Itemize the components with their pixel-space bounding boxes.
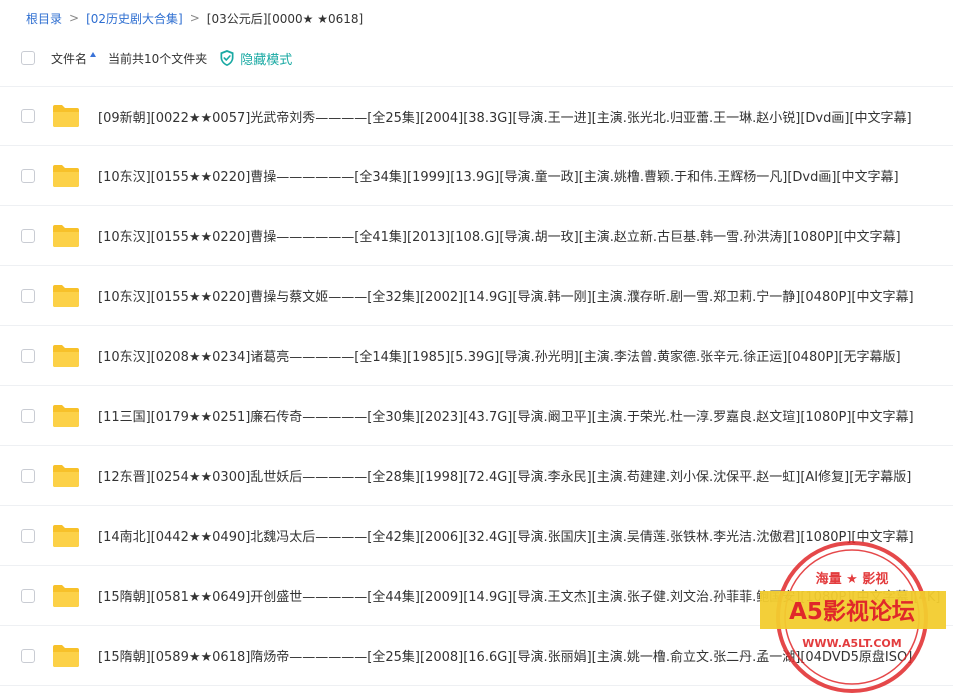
folder-name[interactable]: [10东汉][0155★★0220]曹操——————[全41集][2013][1…: [98, 226, 901, 245]
chevron-right-icon: >: [69, 11, 80, 25]
folder-name[interactable]: [10东汉][0208★★0234]诸葛亮—————[全14集][1985][5…: [98, 346, 901, 365]
folder-icon: [53, 464, 79, 487]
folder-icon: [53, 584, 79, 607]
breadcrumb: 根目录 > [02历史剧大合集] > [03公元后][0000★ ★0618]: [26, 8, 363, 28]
select-all-checkbox[interactable]: [21, 51, 35, 65]
file-row[interactable]: [10东汉][0155★★0220]曹操与蔡文姬———[全32集][2002][…: [0, 266, 953, 326]
breadcrumb-root-link[interactable]: 根目录: [26, 10, 62, 27]
file-row[interactable]: [10东汉][0155★★0220]曹操——————[全34集][1999][1…: [0, 146, 953, 206]
folder-name[interactable]: [15隋朝][0589★★0618]隋炀帝——————[全25集][2008][…: [98, 646, 912, 665]
list-header: 文件名 当前共10个文件夹 隐藏模式: [0, 42, 953, 74]
folder-icon: [53, 644, 79, 667]
row-checkbox[interactable]: [21, 228, 35, 243]
row-checkbox[interactable]: [21, 408, 35, 423]
hide-mode-toggle[interactable]: 隐藏模式: [219, 49, 292, 68]
folder-icon: [53, 224, 79, 247]
hide-mode-label: 隐藏模式: [240, 52, 293, 68]
folder-name[interactable]: [14南北][0442★★0490]北魏冯太后————[全42集][2006][…: [98, 526, 914, 545]
file-row[interactable]: [10东汉][0208★★0234]诸葛亮—————[全14集][1985][5…: [0, 326, 953, 386]
row-checkbox[interactable]: [21, 468, 35, 483]
chevron-right-icon: >: [189, 11, 200, 25]
folder-icon: [53, 105, 79, 127]
folder-icon: [53, 284, 79, 307]
row-checkbox[interactable]: [21, 168, 35, 183]
file-row[interactable]: [09新朝][0022★★0057]光武帝刘秀————[全25集][2004][…: [0, 86, 953, 146]
folder-icon: [53, 404, 79, 427]
file-row[interactable]: [15隋朝][0589★★0618]隋炀帝——————[全25集][2008][…: [0, 626, 953, 686]
row-checkbox[interactable]: [21, 348, 35, 363]
sort-by-name-button[interactable]: 文件名: [51, 50, 97, 67]
folder-count-text: 当前共10个文件夹: [108, 51, 208, 66]
file-row[interactable]: [14南北][0442★★0490]北魏冯太后————[全42集][2006][…: [0, 506, 953, 566]
row-checkbox[interactable]: [21, 648, 35, 663]
folder-name[interactable]: [10东汉][0155★★0220]曹操与蔡文姬———[全32集][2002][…: [98, 286, 914, 305]
breadcrumb-current: [03公元后][0000★ ★0618]: [206, 11, 364, 26]
row-checkbox[interactable]: [21, 528, 35, 543]
folder-icon: [53, 164, 79, 187]
row-checkbox[interactable]: [21, 288, 35, 303]
folder-name[interactable]: [15隋朝][0581★★0649]开创盛世—————[全44集][2009][…: [98, 586, 940, 605]
name-column-label: 文件名: [51, 51, 88, 66]
file-row[interactable]: [15隋朝][0581★★0649]开创盛世—————[全44集][2009][…: [0, 566, 953, 626]
folder-name[interactable]: [09新朝][0022★★0057]光武帝刘秀————[全25集][2004][…: [98, 107, 912, 126]
shield-check-icon: [220, 50, 234, 66]
file-list: [09新朝][0022★★0057]光武帝刘秀————[全25集][2004][…: [0, 86, 953, 686]
folder-name[interactable]: [10东汉][0155★★0220]曹操——————[全34集][1999][1…: [98, 166, 899, 185]
row-checkbox[interactable]: [21, 109, 35, 123]
file-row[interactable]: [12东晋][0254★★0300]乱世妖后—————[全28集][1998][…: [0, 446, 953, 506]
row-checkbox[interactable]: [21, 588, 35, 603]
folder-name[interactable]: [12东晋][0254★★0300]乱世妖后—————[全28集][1998][…: [98, 466, 911, 485]
folder-icon: [53, 344, 79, 367]
file-row[interactable]: [10东汉][0155★★0220]曹操——————[全41集][2013][1…: [0, 206, 953, 266]
breadcrumb-level1-link[interactable]: [02历史剧大合集]: [86, 10, 183, 27]
folder-name[interactable]: [11三国][0179★★0251]廉石传奇—————[全30集][2023][…: [98, 406, 914, 425]
folder-icon: [53, 524, 79, 547]
sort-ascending-icon: [90, 51, 97, 57]
file-row[interactable]: [11三国][0179★★0251]廉石传奇—————[全30集][2023][…: [0, 386, 953, 446]
